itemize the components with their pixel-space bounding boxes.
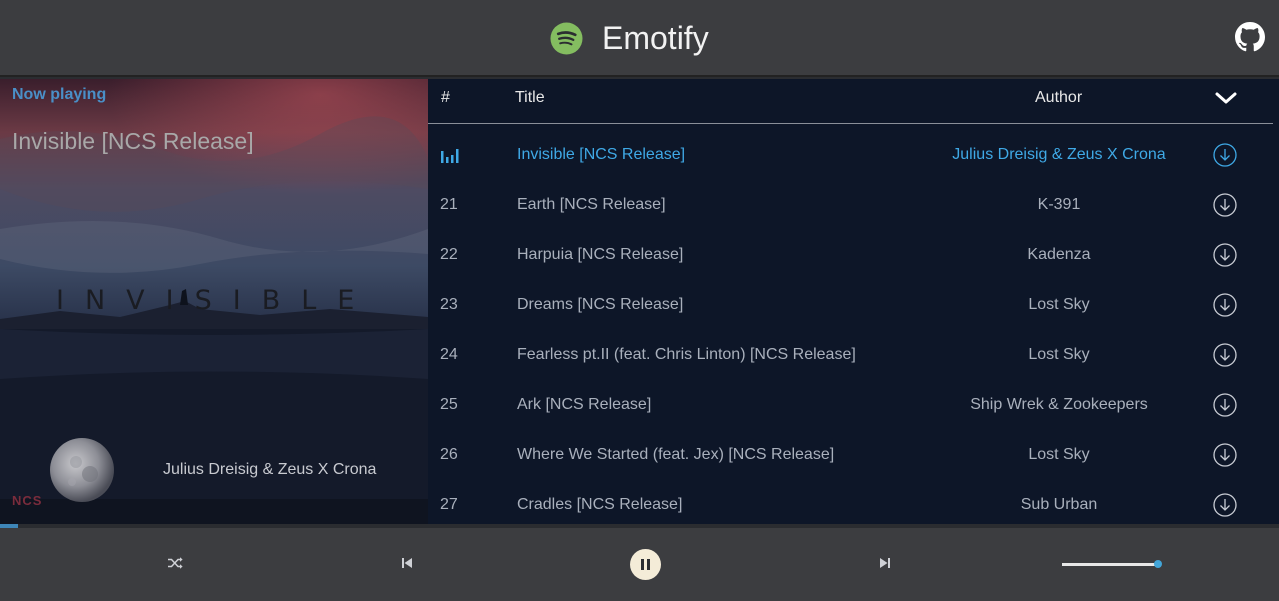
track-author: Kadenza bbox=[1027, 246, 1091, 263]
track-number: 22 bbox=[440, 246, 458, 263]
now-playing-panel: Now playing Invisible [NCS Release] INVI… bbox=[0, 79, 428, 524]
track-title: Harpuia [NCS Release] bbox=[517, 246, 684, 263]
track-row[interactable]: 23 Dreams [NCS Release] Lost Sky bbox=[428, 280, 1279, 330]
track-author: Sub Urban bbox=[1020, 496, 1098, 513]
chevron-down-icon[interactable] bbox=[1214, 89, 1238, 107]
next-icon[interactable] bbox=[878, 556, 892, 570]
track-title: Invisible [NCS Release] bbox=[517, 146, 686, 163]
track-title: Ark [NCS Release] bbox=[517, 396, 652, 413]
pause-icon bbox=[641, 559, 650, 570]
column-header-number: # bbox=[441, 89, 450, 106]
app-title: Emotify bbox=[602, 20, 709, 56]
player-controls bbox=[0, 528, 1279, 601]
track-number: 26 bbox=[440, 446, 458, 463]
download-icon[interactable] bbox=[1213, 443, 1237, 467]
now-playing-title: Invisible [NCS Release] bbox=[12, 128, 254, 154]
brand: Emotify bbox=[550, 21, 709, 55]
github-icon[interactable] bbox=[1235, 22, 1265, 52]
download-icon[interactable] bbox=[1213, 243, 1237, 267]
spotify-icon bbox=[550, 21, 583, 55]
download-icon[interactable] bbox=[1213, 343, 1237, 367]
track-author: Ship Wrek & Zookeepers bbox=[970, 396, 1148, 413]
track-row[interactable]: 22 Harpuia [NCS Release] Kadenza bbox=[428, 230, 1279, 280]
track-title: Cradles [NCS Release] bbox=[517, 496, 683, 513]
app-header: Emotify bbox=[0, 0, 1279, 77]
track-row[interactable]: 21 Earth [NCS Release] K-391 bbox=[428, 180, 1279, 230]
previous-icon[interactable] bbox=[400, 556, 414, 570]
track-number: 27 bbox=[440, 496, 458, 513]
track-row[interactable]: 24 Fearless pt.II (feat. Chris Linton) [… bbox=[428, 330, 1279, 380]
download-icon[interactable] bbox=[1213, 493, 1237, 517]
track-author: Lost Sky bbox=[1028, 296, 1090, 313]
track-row[interactable]: Invisible [NCS Release] Julius Dreisig &… bbox=[428, 130, 1279, 180]
track-title: Fearless pt.II (feat. Chris Linton) [NCS… bbox=[517, 346, 856, 363]
cover-title-text: INVISIBLE bbox=[56, 285, 376, 316]
column-header-author: Author bbox=[1035, 89, 1083, 106]
now-playing-thumbnail bbox=[50, 438, 114, 502]
track-number: 25 bbox=[440, 396, 458, 413]
track-author: Lost Sky bbox=[1028, 446, 1090, 463]
volume-slider[interactable] bbox=[1062, 560, 1162, 568]
now-playing-equalizer-icon bbox=[441, 149, 459, 163]
download-icon[interactable] bbox=[1213, 193, 1237, 217]
track-title: Earth [NCS Release] bbox=[517, 196, 666, 213]
volume-level-fill bbox=[1062, 563, 1158, 566]
track-number: 24 bbox=[440, 346, 458, 363]
track-author: Lost Sky bbox=[1028, 346, 1090, 363]
track-row[interactable]: 27 Cradles [NCS Release] Sub Urban bbox=[428, 480, 1279, 524]
download-icon[interactable] bbox=[1213, 393, 1237, 417]
track-author: K-391 bbox=[1037, 196, 1081, 213]
track-title: Where We Started (feat. Jex) [NCS Releas… bbox=[517, 446, 835, 463]
column-header-title: Title bbox=[515, 89, 545, 106]
header-divider bbox=[428, 123, 1273, 124]
shuffle-icon[interactable] bbox=[167, 556, 184, 570]
download-icon[interactable] bbox=[1213, 293, 1237, 317]
ncs-logo: NCS bbox=[12, 493, 43, 508]
track-row[interactable]: 25 Ark [NCS Release] Ship Wrek & Zookeep… bbox=[428, 380, 1279, 430]
track-number: 21 bbox=[440, 196, 458, 213]
now-playing-label: Now playing bbox=[12, 86, 107, 103]
pause-button[interactable] bbox=[630, 549, 661, 580]
track-title: Dreams [NCS Release] bbox=[517, 296, 684, 313]
track-number: 23 bbox=[440, 296, 458, 313]
track-row[interactable]: 26 Where We Started (feat. Jex) [NCS Rel… bbox=[428, 430, 1279, 480]
now-playing-artist: Julius Dreisig & Zeus X Crona bbox=[163, 461, 377, 478]
download-icon[interactable] bbox=[1213, 143, 1237, 167]
track-list: # Title Author Invisible [NCS Release] J… bbox=[428, 79, 1279, 524]
volume-knob[interactable] bbox=[1154, 560, 1162, 568]
track-author: Julius Dreisig & Zeus X Crona bbox=[952, 146, 1166, 163]
